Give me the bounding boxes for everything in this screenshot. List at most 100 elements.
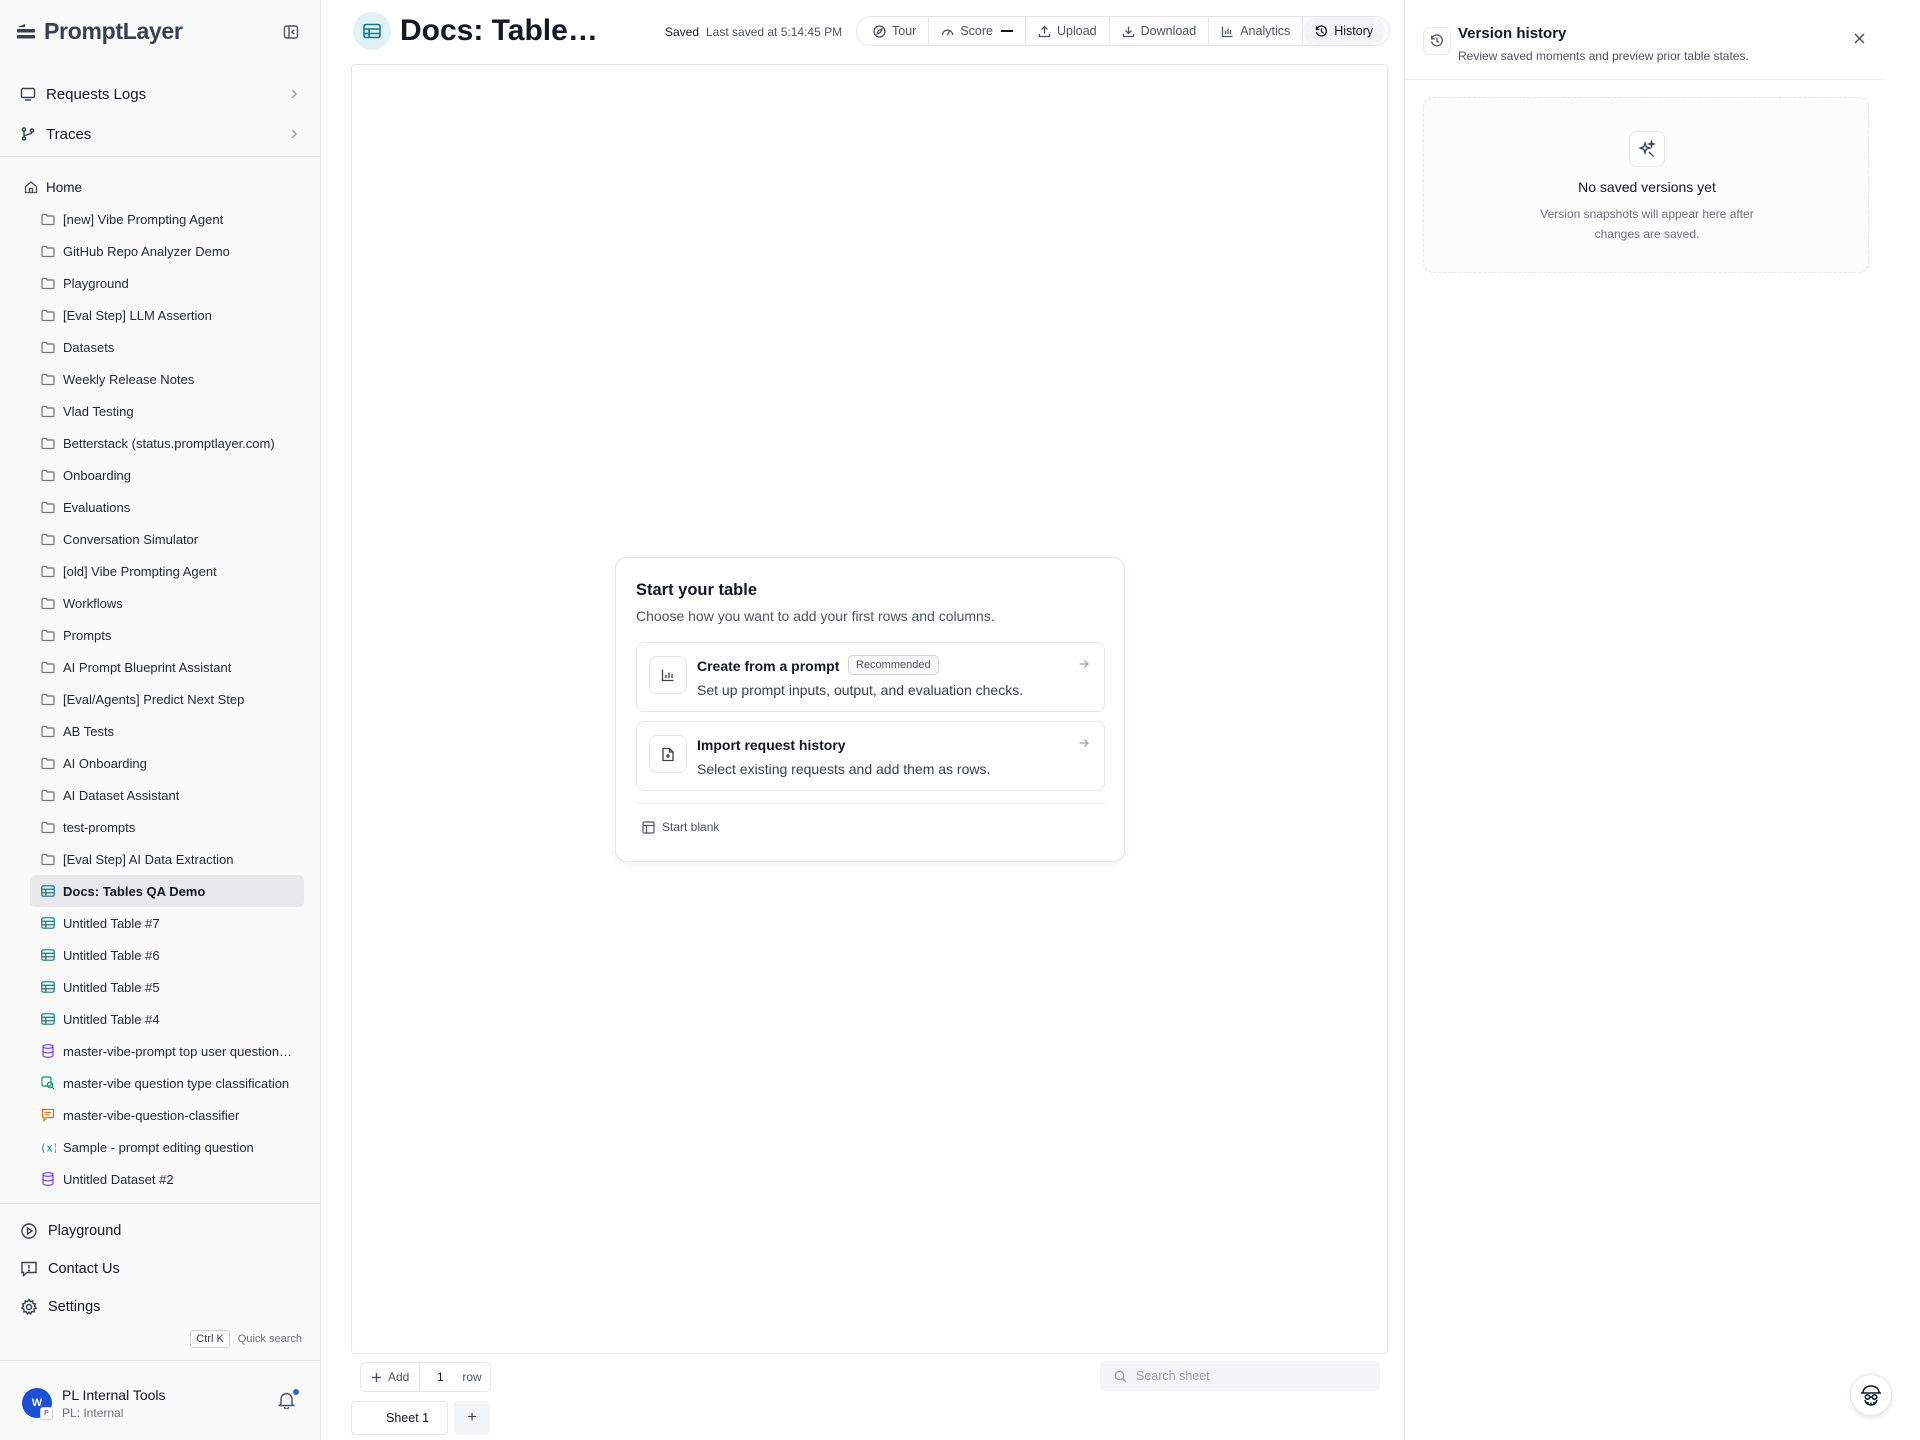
sidebar-tree-item[interactable]: Docs: Tables QA Demo <box>30 875 304 907</box>
download-button[interactable]: Download <box>1110 17 1210 45</box>
nav-playground[interactable]: Playground <box>12 1212 308 1250</box>
sidebar-tree-item[interactable]: Vlad Testing <box>30 395 304 427</box>
nav-label: Requests Logs <box>46 85 147 103</box>
plus-icon <box>371 1372 382 1383</box>
option-title: Create from a prompt <box>697 658 840 674</box>
sidebar-tree-item[interactable]: [new] Vibe Prompting Agent <box>30 203 304 235</box>
sidebar-tree-item[interactable]: Datasets <box>30 331 304 363</box>
sidebar-tree-label: GitHub Repo Analyzer Demo <box>63 243 230 259</box>
nav-contact-us[interactable]: Contact Us <box>12 1250 308 1288</box>
sidebar-tree-item[interactable]: GitHub Repo Analyzer Demo <box>30 235 304 267</box>
close-icon[interactable] <box>1853 32 1866 45</box>
upload-button[interactable]: Upload <box>1026 17 1110 45</box>
sidebar-tree-item[interactable]: master-vibe-prompt top user question… <box>30 1035 304 1067</box>
add-button[interactable]: Add <box>361 1363 421 1391</box>
search-sheet-input[interactable]: Search sheet <box>1100 1361 1380 1391</box>
user-switcher[interactable]: W P PL Internal Tools PL: Internal <box>0 1360 320 1440</box>
sparkle-icon <box>1629 131 1665 167</box>
sidebar-tree-label: master-vibe-question-classifier <box>63 1107 240 1123</box>
sidebar-tree-item[interactable]: AI Prompt Blueprint Assistant <box>30 651 304 683</box>
add-sheet-button[interactable]: + <box>454 1401 491 1435</box>
sidebar-tree-item[interactable]: test-prompts <box>30 811 304 843</box>
nav-settings[interactable]: Settings <box>12 1288 308 1326</box>
sidebar-tree-item[interactable]: (x) Sample - prompt editing question <box>30 1131 304 1163</box>
history-button[interactable]: History <box>1303 17 1386 45</box>
score-label: Score <box>960 24 993 38</box>
folder-icon <box>40 243 56 259</box>
history-icon <box>1315 24 1328 38</box>
folder-icon <box>40 691 56 707</box>
history-label: History <box>1334 24 1374 38</box>
sidebar-tree-label: Playground <box>63 275 129 291</box>
sidebar-tree-label: Vlad Testing <box>63 403 134 419</box>
page-title[interactable]: Docs: Table… <box>400 14 598 48</box>
panel-title: Version history <box>1458 25 1567 42</box>
folder-icon <box>40 723 56 739</box>
sidebar-tree-label: [old] Vibe Prompting Agent <box>63 563 217 579</box>
sidebar-tree-item[interactable]: AI Dataset Assistant <box>30 779 304 811</box>
folder-icon <box>40 403 56 419</box>
row-count-input[interactable]: 1 <box>420 1370 460 1384</box>
sidebar-tree-label: Datasets <box>63 339 115 355</box>
sidebar-tree-item[interactable]: Evaluations <box>30 491 304 523</box>
play-circle-icon <box>20 1222 38 1240</box>
sidebar-tree-item[interactable]: AB Tests <box>30 715 304 747</box>
score-button[interactable]: Score <box>929 17 1026 45</box>
quick-search[interactable]: Ctrl K Quick search <box>190 1330 302 1348</box>
sidebar-tree-item[interactable]: Untitled Table #5 <box>30 971 304 1003</box>
sidebar-tree-item[interactable]: Weekly Release Notes <box>30 363 304 395</box>
nav-traces[interactable]: Traces <box>12 114 308 154</box>
collapse-sidebar-icon[interactable] <box>281 22 301 42</box>
sidebar-tree-item[interactable]: master-vibe-question-classifier <box>30 1099 304 1131</box>
sidebar-tree-label: test-prompts <box>63 819 136 835</box>
folder-icon <box>40 819 56 835</box>
start-card-title: Start your table <box>636 581 758 599</box>
sidebar-tree-item[interactable]: Onboarding <box>30 459 304 491</box>
branch-icon <box>20 126 36 142</box>
org-sub: PL: Internal <box>62 1406 124 1420</box>
sidebar-tree-item[interactable]: Workflows <box>30 587 304 619</box>
nav-requests-logs[interactable]: Requests Logs <box>12 74 308 114</box>
sidebar-tree-item[interactable]: [Eval Step] AI Data Extraction <box>30 843 304 875</box>
sidebar-tree-item[interactable]: Untitled Table #6 <box>30 939 304 971</box>
sidebar-tree-item[interactable]: Betterstack (status.promptlayer.com) <box>30 427 304 459</box>
home-icon <box>24 180 38 194</box>
option-desc: Select existing requests and add them as… <box>697 761 991 777</box>
divider <box>0 1203 320 1204</box>
sidebar-tree-label: AI Prompt Blueprint Assistant <box>63 659 232 675</box>
analytics-button[interactable]: Analytics <box>1209 17 1304 45</box>
folder-icon <box>40 339 56 355</box>
assistant-bot-icon[interactable] <box>1850 1374 1892 1416</box>
sidebar-tree-item[interactable]: [Eval/Agents] Predict Next Step <box>30 683 304 715</box>
import-request-history-option[interactable]: Import request history Select existing r… <box>636 721 1105 791</box>
sheet-tab[interactable]: Sheet 1 <box>351 1401 449 1435</box>
empty-desc: Version snapshots will appear here after… <box>1540 207 1754 241</box>
sidebar-tree-item[interactable]: Untitled Table #7 <box>30 907 304 939</box>
sidebar-tree-item[interactable]: Playground <box>30 267 304 299</box>
sidebar-tree-item[interactable]: Untitled Dataset #2 <box>30 1163 304 1195</box>
nav-top: Requests Logs Traces <box>12 74 308 154</box>
nav-label: Traces <box>46 125 92 143</box>
sidebar-tree-label: Conversation Simulator <box>63 531 199 547</box>
sidebar-tree-item[interactable]: master-vibe question type classification <box>30 1067 304 1099</box>
table-doc-icon <box>353 12 391 50</box>
nav-home[interactable]: Home <box>16 171 306 203</box>
sidebar-tree-item[interactable]: Conversation Simulator <box>30 523 304 555</box>
start-table-card: Start your table Choose how you want to … <box>615 557 1125 862</box>
start-blank-button[interactable]: Start blank <box>642 820 719 834</box>
table-icon <box>40 1011 56 1027</box>
sidebar-tree-item[interactable]: [old] Vibe Prompting Agent <box>30 555 304 587</box>
sidebar-tree-item[interactable]: [Eval Step] LLM Assertion <box>30 299 304 331</box>
sidebar-tree-item[interactable]: Prompts <box>30 619 304 651</box>
brand-logo[interactable]: PromptLayer <box>16 18 183 45</box>
nav-label: Contact Us <box>48 1261 120 1277</box>
chevron-right-icon <box>288 88 300 100</box>
start-card-subtitle: Choose how you want to add your first ro… <box>636 608 995 624</box>
svg-text:(x): (x) <box>40 1142 56 1154</box>
sidebar-tree-item[interactable]: Untitled Table #4 <box>30 1003 304 1035</box>
folder-icon <box>40 275 56 291</box>
create-from-prompt-option[interactable]: Create from a prompt Recommended Set up … <box>636 642 1105 712</box>
sidebar-tree-label: Sample - prompt editing question <box>63 1139 254 1155</box>
tour-button[interactable]: Tour <box>861 17 930 45</box>
sidebar-tree-item[interactable]: AI Onboarding <box>30 747 304 779</box>
